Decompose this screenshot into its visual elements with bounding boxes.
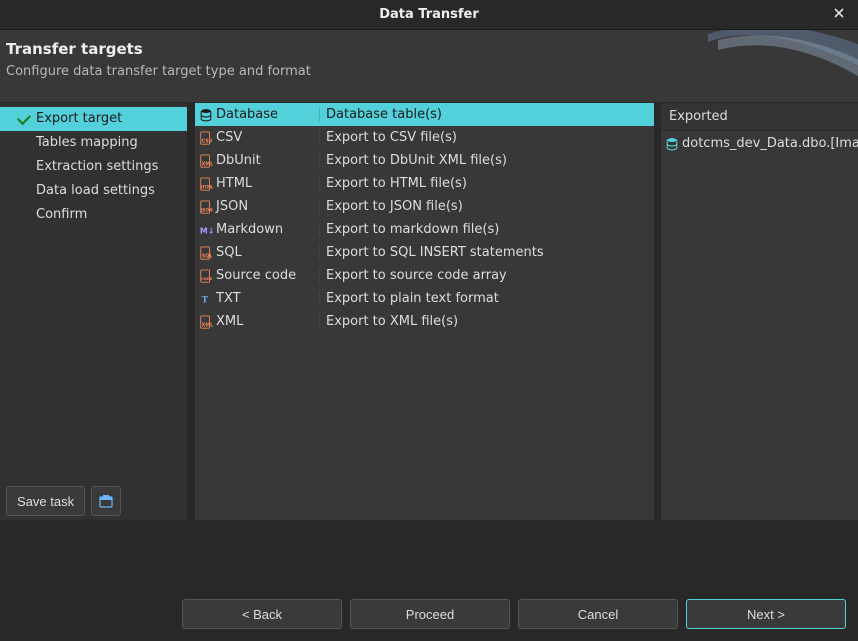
- titlebar: Data Transfer: [0, 0, 858, 30]
- format-name: TXT: [216, 291, 241, 306]
- exported-list: dotcms_dev_Data.dbo.[Image]: [661, 131, 858, 156]
- svg-text:HTML: HTML: [201, 184, 213, 189]
- xml-icon: XML: [198, 314, 214, 330]
- xml-icon: XML: [198, 153, 214, 169]
- format-name-cell: T TXT: [195, 291, 319, 307]
- wizard-step[interactable]: Data load settings: [0, 179, 187, 203]
- wizard-step[interactable]: Export target: [0, 107, 187, 131]
- format-name: Source code: [216, 268, 296, 283]
- wizard-step[interactable]: Extraction settings: [0, 155, 187, 179]
- html-icon: HTML: [198, 176, 214, 192]
- database-icon: [665, 137, 679, 151]
- exported-header: Exported: [661, 103, 858, 131]
- format-name-cell: Database: [195, 107, 319, 123]
- load-task-button[interactable]: [91, 486, 121, 516]
- format-name: DbUnit: [216, 153, 261, 168]
- format-name: Markdown: [216, 222, 283, 237]
- format-desc: Export to JSON file(s): [319, 199, 654, 214]
- format-row[interactable]: SQLSQLExport to SQL INSERT statements: [195, 241, 654, 264]
- back-button[interactable]: < Back: [182, 599, 342, 629]
- exported-panel: Exported dotcms_dev_Data.dbo.[Image]: [661, 103, 858, 520]
- format-name-cell: HTMLHTML: [195, 176, 319, 192]
- wizard-header: Transfer targets Configure data transfer…: [0, 30, 858, 103]
- txt-icon: T: [198, 291, 214, 307]
- markdown-icon: M↓: [198, 222, 214, 238]
- format-row[interactable]: M↓MarkdownExport to markdown file(s): [195, 218, 654, 241]
- format-row[interactable]: HTMLHTMLExport to HTML file(s): [195, 172, 654, 195]
- svg-text:CODE: CODE: [201, 276, 213, 280]
- format-name: HTML: [216, 176, 252, 191]
- svg-text:SQL: SQL: [202, 253, 213, 259]
- next-button[interactable]: Next >: [686, 599, 846, 629]
- format-desc: Export to HTML file(s): [319, 176, 654, 191]
- svg-text:CSV: CSV: [202, 138, 213, 144]
- format-row[interactable]: XMLDbUnitExport to DbUnit XML file(s): [195, 149, 654, 172]
- exported-item[interactable]: dotcms_dev_Data.dbo.[Image]: [661, 131, 858, 156]
- svg-text:XML: XML: [202, 161, 213, 167]
- svg-text:M↓: M↓: [200, 226, 213, 235]
- wizard-step[interactable]: Confirm: [0, 203, 187, 227]
- format-name-cell: XMLDbUnit: [195, 153, 319, 169]
- format-name: XML: [216, 314, 243, 329]
- database-icon: [198, 107, 214, 123]
- format-name: Database: [216, 107, 278, 122]
- csv-icon: CSV: [198, 130, 214, 146]
- format-name-cell: XMLXML: [195, 314, 319, 330]
- load-task-icon: [98, 493, 114, 509]
- code-icon: CODE: [198, 268, 214, 284]
- wizard-steps: Export targetTables mappingExtraction se…: [0, 103, 187, 520]
- format-name: CSV: [216, 130, 242, 145]
- task-buttons: Save task: [0, 486, 121, 516]
- format-desc: Export to source code array: [319, 268, 654, 283]
- wizard-footer: < Back Proceed Cancel Next >: [0, 587, 858, 641]
- proceed-button[interactable]: Proceed: [350, 599, 510, 629]
- format-name-cell: M↓Markdown: [195, 222, 319, 238]
- sql-icon: SQL: [198, 245, 214, 261]
- format-row[interactable]: CSVCSVExport to CSV file(s): [195, 126, 654, 149]
- formats-list: DatabaseDatabase table(s)CSVCSVExport to…: [195, 103, 654, 520]
- format-row[interactable]: T TXT Export to plain text format: [195, 287, 654, 310]
- format-name-cell: CODESource code: [195, 268, 319, 284]
- format-name-cell: CSVCSV: [195, 130, 319, 146]
- page-title: Transfer targets: [6, 40, 852, 58]
- json-icon: JSON: [198, 199, 214, 215]
- format-name: SQL: [216, 245, 242, 260]
- format-name-cell: JSONJSON: [195, 199, 319, 215]
- page-subtitle: Configure data transfer target type and …: [6, 64, 852, 79]
- save-task-button[interactable]: Save task: [6, 486, 85, 516]
- format-desc: Export to SQL INSERT statements: [319, 245, 654, 260]
- svg-text:XML: XML: [202, 322, 213, 328]
- format-desc: Database table(s): [319, 107, 654, 122]
- format-row[interactable]: CODESource codeExport to source code arr…: [195, 264, 654, 287]
- wizard-body: Export targetTables mappingExtraction se…: [0, 103, 858, 520]
- close-button[interactable]: [830, 5, 848, 23]
- format-name: JSON: [216, 199, 248, 214]
- format-desc: Export to CSV file(s): [319, 130, 654, 145]
- format-desc: Export to plain text format: [319, 291, 654, 306]
- wizard-step[interactable]: Tables mapping: [0, 131, 187, 155]
- svg-text:JSON: JSON: [200, 207, 213, 212]
- cancel-button[interactable]: Cancel: [518, 599, 678, 629]
- format-row[interactable]: Database Database table(s): [195, 103, 654, 126]
- svg-text:T: T: [202, 294, 209, 305]
- format-row[interactable]: JSONJSONExport to JSON file(s): [195, 195, 654, 218]
- format-desc: Export to DbUnit XML file(s): [319, 153, 654, 168]
- format-desc: Export to markdown file(s): [319, 222, 654, 237]
- formats-panel: DatabaseDatabase table(s)CSVCSVExport to…: [195, 103, 654, 520]
- format-row[interactable]: XMLXMLExport to XML file(s): [195, 310, 654, 333]
- exported-item-label: dotcms_dev_Data.dbo.[Image]: [682, 136, 858, 151]
- format-name-cell: SQLSQL: [195, 245, 319, 261]
- dialog-title: Data Transfer: [379, 7, 479, 22]
- close-icon: [834, 8, 844, 18]
- format-desc: Export to XML file(s): [319, 314, 654, 329]
